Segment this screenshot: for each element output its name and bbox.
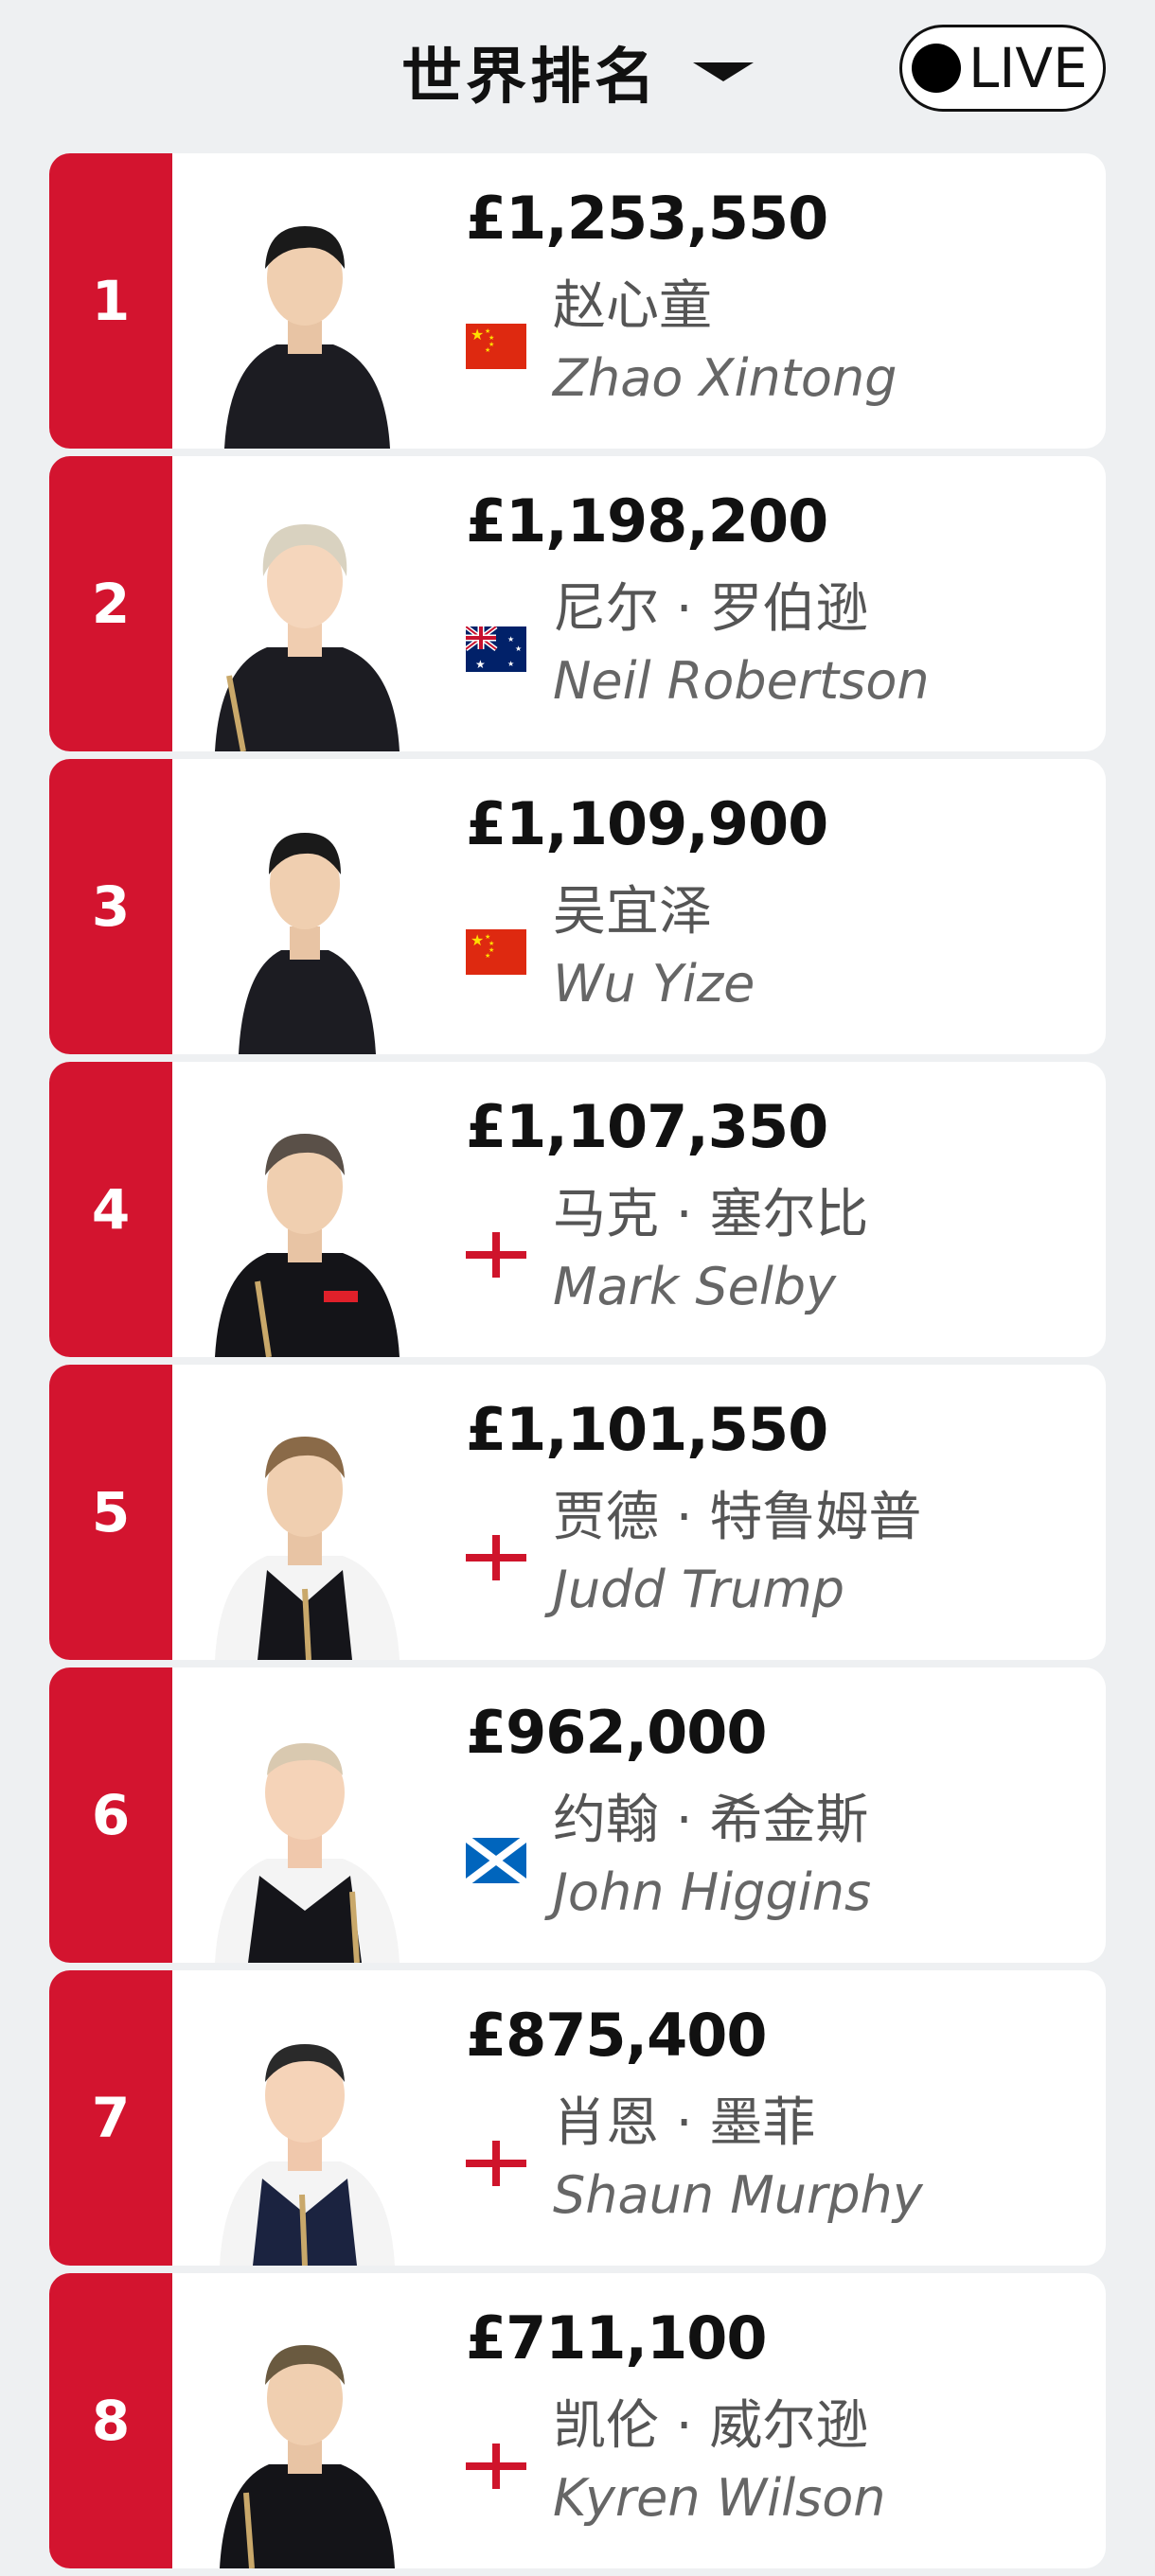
player-name-cn: 凯伦 · 威尔逊 bbox=[553, 2395, 869, 2457]
scotland-flag-icon bbox=[466, 1838, 526, 1883]
player-name-cn: 赵心童 bbox=[553, 275, 712, 337]
svg-text:★: ★ bbox=[471, 327, 484, 344]
player-row[interactable]: 8 £711,100 凯伦 · 威尔逊 Kyren Wilson bbox=[49, 2273, 1106, 2568]
prize-money: £1,109,900 bbox=[466, 789, 828, 858]
page-title[interactable]: 世界排名 bbox=[401, 28, 659, 115]
rank-number: 7 bbox=[49, 1970, 172, 2266]
live-button[interactable]: LIVE bbox=[899, 25, 1106, 112]
player-photo bbox=[172, 2273, 466, 2568]
live-label: LIVE bbox=[968, 36, 1088, 100]
player-row[interactable]: 3 £1,109,900 ★ ★ ★ ★ ★ 吴宜泽 Wu Yize bbox=[49, 759, 1106, 1054]
player-name-en: Neil Robertson bbox=[553, 651, 930, 711]
player-row[interactable]: 5 £1,101,550 贾德 · 特鲁姆普 Judd Trump bbox=[49, 1365, 1106, 1660]
player-photo bbox=[172, 153, 466, 449]
svg-text:★: ★ bbox=[507, 660, 514, 668]
svg-text:★: ★ bbox=[485, 952, 490, 960]
prize-money: £1,198,200 bbox=[466, 486, 828, 556]
player-name-en: Zhao Xintong bbox=[553, 348, 897, 408]
player-photo bbox=[172, 1970, 466, 2266]
svg-text:★: ★ bbox=[485, 933, 490, 941]
ranking-list: 1 £1,253,550 ★ ★ ★ ★ ★ 赵心童 Zhao Xintong bbox=[49, 153, 1106, 2576]
header: 世界排名 LIVE bbox=[0, 0, 1155, 142]
player-photo bbox=[172, 1667, 466, 1963]
prize-money: £962,000 bbox=[466, 1698, 768, 1767]
player-name-cn: 贾德 · 特鲁姆普 bbox=[553, 1487, 922, 1548]
china-flag-icon: ★ ★ ★ ★ ★ bbox=[466, 324, 526, 369]
prize-money: £1,101,550 bbox=[466, 1395, 828, 1464]
player-name-en: John Higgins bbox=[553, 1862, 872, 1922]
prize-money: £711,100 bbox=[466, 2303, 768, 2373]
rank-number: 6 bbox=[49, 1667, 172, 1963]
player-name-cn: 尼尔 · 罗伯逊 bbox=[553, 578, 869, 640]
player-name-cn: 吴宜泽 bbox=[553, 881, 712, 943]
svg-text:★: ★ bbox=[489, 940, 494, 947]
player-info: £1,253,550 ★ ★ ★ ★ ★ 赵心童 Zhao Xintong bbox=[466, 153, 1106, 449]
england-flag-icon bbox=[466, 2444, 526, 2489]
svg-text:★: ★ bbox=[471, 933, 484, 949]
prize-money: £1,107,350 bbox=[466, 1092, 828, 1161]
england-flag-icon bbox=[466, 2141, 526, 2186]
player-name-cn: 马克 · 塞尔比 bbox=[553, 1184, 869, 1245]
chevron-down-icon[interactable] bbox=[693, 62, 754, 81]
player-info: £1,101,550 贾德 · 特鲁姆普 Judd Trump bbox=[466, 1365, 1106, 1660]
rank-number: 5 bbox=[49, 1365, 172, 1660]
svg-text:★: ★ bbox=[485, 327, 490, 335]
england-flag-icon bbox=[466, 1535, 526, 1580]
rank-number: 4 bbox=[49, 1062, 172, 1357]
player-info: £875,400 肖恩 · 墨菲 Shaun Murphy bbox=[466, 1970, 1106, 2266]
player-row[interactable]: 2 £1,198,200 ★ ★ ★ ★ 尼尔 · 罗伯逊 Neil Rober… bbox=[49, 456, 1106, 751]
player-photo bbox=[172, 759, 466, 1054]
player-name-en: Wu Yize bbox=[553, 954, 755, 1014]
rank-number: 2 bbox=[49, 456, 172, 751]
svg-text:★: ★ bbox=[475, 658, 486, 671]
player-row[interactable]: 1 £1,253,550 ★ ★ ★ ★ ★ 赵心童 Zhao Xintong bbox=[49, 153, 1106, 449]
player-row[interactable]: 4 £1,107,350 马克 · 塞尔比 Mark Selby bbox=[49, 1062, 1106, 1357]
player-name-cn: 约翰 · 希金斯 bbox=[553, 1790, 869, 1851]
player-info: £1,107,350 马克 · 塞尔比 Mark Selby bbox=[466, 1062, 1106, 1357]
player-photo bbox=[172, 1062, 466, 1357]
player-name-cn: 肖恩 · 墨菲 bbox=[553, 2092, 816, 2154]
player-name-en: Mark Selby bbox=[553, 1257, 837, 1316]
player-name-en: Shaun Murphy bbox=[553, 2165, 923, 2225]
australia-flag-icon: ★ ★ ★ ★ bbox=[466, 626, 526, 672]
player-photo bbox=[172, 1365, 466, 1660]
svg-text:★: ★ bbox=[485, 346, 490, 354]
rank-number: 8 bbox=[49, 2273, 172, 2568]
player-row[interactable]: 6 £962,000 约翰 · 希金斯 John Higgins bbox=[49, 1667, 1106, 1963]
player-info: £1,198,200 ★ ★ ★ ★ 尼尔 · 罗伯逊 Neil Roberts… bbox=[466, 456, 1106, 751]
prize-money: £875,400 bbox=[466, 2001, 768, 2070]
player-name-en: Kyren Wilson bbox=[553, 2468, 886, 2528]
svg-text:★: ★ bbox=[515, 644, 522, 653]
svg-text:★: ★ bbox=[489, 334, 494, 342]
rank-number: 1 bbox=[49, 153, 172, 449]
live-dot-icon bbox=[912, 44, 961, 93]
svg-text:★: ★ bbox=[507, 635, 514, 644]
prize-money: £1,253,550 bbox=[466, 184, 828, 253]
england-flag-icon bbox=[466, 1232, 526, 1278]
rank-number: 3 bbox=[49, 759, 172, 1054]
player-info: £962,000 约翰 · 希金斯 John Higgins bbox=[466, 1667, 1106, 1963]
player-name-en: Judd Trump bbox=[553, 1560, 844, 1619]
china-flag-icon: ★ ★ ★ ★ ★ bbox=[466, 929, 526, 975]
player-info: £1,109,900 ★ ★ ★ ★ ★ 吴宜泽 Wu Yize bbox=[466, 759, 1106, 1054]
player-photo bbox=[172, 456, 466, 751]
player-row[interactable]: 7 £875,400 肖恩 · 墨菲 Shaun Murphy bbox=[49, 1970, 1106, 2266]
player-info: £711,100 凯伦 · 威尔逊 Kyren Wilson bbox=[466, 2273, 1106, 2568]
